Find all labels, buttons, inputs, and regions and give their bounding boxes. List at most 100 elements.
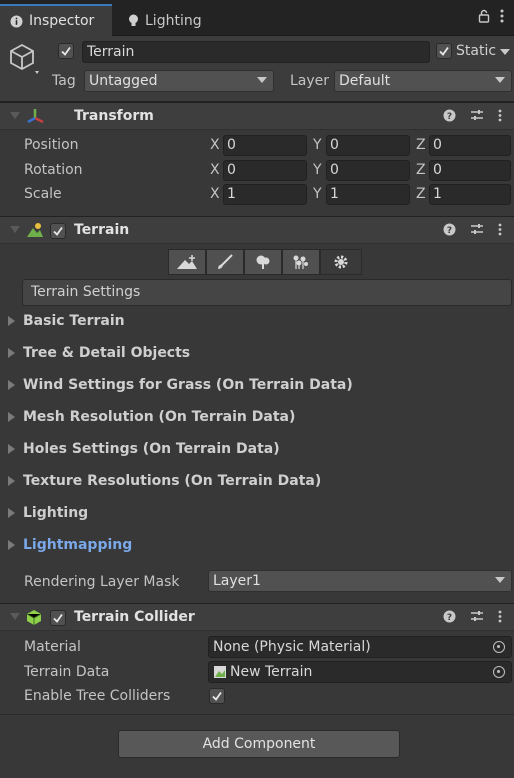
scale-z-field[interactable]: 1: [429, 184, 511, 205]
section-wind-settings[interactable]: Wind Settings for Grass (On Terrain Data…: [8, 377, 353, 393]
section-label: Wind Settings for Grass (On Terrain Data…: [23, 377, 353, 393]
section-holes-settings[interactable]: Holes Settings (On Terrain Data): [8, 441, 280, 457]
lock-icon[interactable]: [478, 9, 490, 27]
rendering-layer-mask-label: Rendering Layer Mask: [24, 574, 180, 590]
add-component-button[interactable]: Add Component: [118, 730, 400, 758]
section-lightmapping[interactable]: Lightmapping: [8, 537, 132, 553]
check-icon: [53, 613, 63, 623]
chevron-right-icon: [8, 444, 15, 454]
chevron-down-icon: [495, 77, 505, 83]
tab-inspector-label: Inspector: [29, 13, 95, 29]
tab-lighting[interactable]: Lighting: [118, 6, 212, 36]
layer-dropdown[interactable]: Default: [334, 70, 512, 92]
collider-cube-icon: [26, 609, 42, 630]
section-label: Basic Terrain: [23, 313, 125, 329]
terrain-header[interactable]: Terrain ?: [0, 216, 514, 244]
x-axis-label: X: [210, 137, 220, 153]
paint-details-tool-button[interactable]: [282, 249, 320, 275]
transform-header[interactable]: Transform ?: [0, 102, 514, 130]
section-lighting[interactable]: Lighting: [8, 505, 88, 521]
position-y-field[interactable]: 0: [326, 135, 410, 156]
enable-tree-colliders-toggle[interactable]: [209, 688, 225, 704]
active-toggle[interactable]: [58, 43, 74, 59]
kebab-menu-icon[interactable]: [498, 610, 502, 627]
z-axis-label: Z: [416, 137, 426, 153]
terrain-data-object-field[interactable]: New Terrain: [208, 661, 512, 683]
info-icon: [10, 15, 23, 27]
z-axis-label: Z: [416, 162, 426, 178]
object-picker-icon[interactable]: [493, 641, 505, 653]
x-axis-label: X: [210, 162, 220, 178]
section-mesh-resolution[interactable]: Mesh Resolution (On Terrain Data): [8, 409, 295, 425]
section-label: Lightmapping: [23, 537, 133, 553]
y-axis-label: Y: [313, 186, 322, 202]
material-value: None (Physic Material): [213, 639, 371, 655]
layer-label: Layer: [290, 73, 330, 89]
terrain-tool-toolbar: [168, 249, 362, 275]
terrain-data-value: New Terrain: [230, 664, 313, 680]
presets-icon[interactable]: [470, 610, 484, 627]
section-tree-detail-objects[interactable]: Tree & Detail Objects: [8, 345, 190, 361]
chevron-down-icon: [257, 77, 267, 83]
foldout-arrow-icon[interactable]: [10, 112, 20, 119]
object-header: Terrain Static Tag Untagged Layer Defaul…: [0, 36, 514, 102]
help-icon[interactable]: ?: [443, 223, 456, 240]
chevron-right-icon: [8, 316, 15, 326]
paint-texture-tool-button[interactable]: [206, 249, 244, 275]
presets-icon[interactable]: [470, 109, 484, 126]
terrain-collider-header[interactable]: Terrain Collider ?: [0, 603, 514, 631]
check-icon: [53, 226, 63, 236]
tree-icon: [256, 255, 270, 269]
rendering-layer-mask-dropdown[interactable]: Layer1: [208, 570, 512, 592]
material-object-field[interactable]: None (Physic Material): [208, 636, 512, 658]
static-dropdown-arrow[interactable]: [500, 49, 510, 55]
help-icon[interactable]: ?: [443, 610, 456, 627]
svg-text:?: ?: [447, 112, 452, 122]
section-label: Tree & Detail Objects: [23, 345, 191, 361]
paint-trees-tool-button[interactable]: [244, 249, 282, 275]
gameobject-cube-icon[interactable]: [8, 42, 42, 78]
chevron-right-icon: [8, 540, 15, 550]
rotation-y-field[interactable]: 0: [326, 160, 410, 181]
tag-dropdown[interactable]: Untagged: [84, 70, 274, 92]
scale-x-field[interactable]: 1: [223, 184, 307, 205]
static-toggle[interactable]: [436, 43, 452, 59]
kebab-menu-icon[interactable]: [500, 9, 504, 27]
tab-inspector[interactable]: Inspector: [0, 4, 112, 36]
presets-icon[interactable]: [470, 223, 484, 240]
section-basic-terrain[interactable]: Basic Terrain: [8, 313, 125, 329]
object-name-input[interactable]: Terrain: [82, 41, 430, 63]
x-axis-label: X: [210, 186, 220, 202]
rendering-layer-mask-value: Layer1: [213, 573, 261, 589]
terrain-enabled-toggle[interactable]: [50, 223, 66, 239]
foldout-arrow-icon[interactable]: [10, 613, 20, 620]
section-label: Mesh Resolution (On Terrain Data): [23, 409, 296, 425]
position-x-field[interactable]: 0: [223, 135, 307, 156]
divider: [0, 714, 514, 715]
brush-icon: [218, 254, 233, 269]
object-picker-icon[interactable]: [493, 666, 505, 678]
terrain-settings-tool-button[interactable]: [320, 249, 362, 275]
rotation-x-field[interactable]: 0: [223, 160, 307, 181]
scale-y-field[interactable]: 1: [326, 184, 410, 205]
rotation-z-field[interactable]: 0: [429, 160, 511, 181]
mountain-plus-icon: [177, 255, 197, 269]
chevron-right-icon: [8, 508, 15, 518]
section-texture-resolutions[interactable]: Texture Resolutions (On Terrain Data): [8, 473, 321, 489]
static-label: Static: [456, 43, 497, 59]
material-label: Material: [24, 639, 81, 655]
kebab-menu-icon[interactable]: [498, 223, 502, 240]
y-axis-label: Y: [313, 162, 322, 178]
scale-label: Scale: [24, 186, 62, 202]
help-icon[interactable]: ?: [443, 109, 456, 126]
collider-enabled-toggle[interactable]: [50, 610, 66, 626]
tag-label: Tag: [52, 73, 76, 89]
terrain-settings-label-box: Terrain Settings: [22, 279, 512, 306]
chevron-right-icon: [8, 476, 15, 486]
position-z-field[interactable]: 0: [429, 135, 511, 156]
kebab-menu-icon[interactable]: [498, 109, 502, 126]
bulb-icon: [129, 14, 138, 26]
foldout-arrow-icon[interactable]: [10, 226, 20, 233]
raise-terrain-tool-button[interactable]: [168, 249, 206, 275]
transform-icon: [26, 107, 46, 131]
